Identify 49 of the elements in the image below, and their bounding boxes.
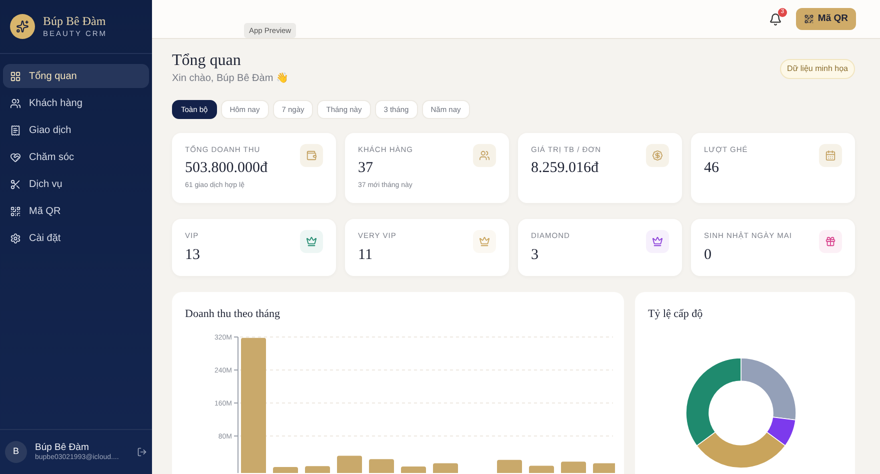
dollar-icon	[646, 144, 669, 167]
qr-button[interactable]: Mã QR	[796, 8, 856, 30]
nav-item[interactable]: Tổng quan	[3, 64, 149, 88]
logout-icon[interactable]	[137, 447, 147, 457]
wallet-icon	[300, 144, 323, 167]
tier-value: 0	[704, 246, 712, 265]
nav-item[interactable]: Cài đặt	[3, 226, 149, 250]
chart-bar	[497, 459, 522, 472]
nav-item[interactable]: Chăm sóc	[3, 145, 149, 169]
chart-bar	[561, 461, 586, 472]
stat-value: 8.259.016đ	[531, 159, 600, 178]
chart-bar	[305, 466, 330, 472]
page-title: Tổng quan	[172, 51, 242, 71]
settings-icon	[10, 232, 21, 244]
stat-value: 46	[704, 159, 720, 178]
user-name: Búp Bê Đàm	[35, 442, 90, 454]
chart-bar	[401, 466, 426, 472]
chart-bar	[273, 466, 298, 472]
receipt-icon	[10, 124, 21, 136]
qr-code-icon	[10, 206, 21, 216]
stat-value: 503.800.000đ	[185, 159, 268, 178]
users-icon	[473, 144, 496, 167]
chart-title: Tỷ lệ cấp độ	[648, 307, 704, 322]
chart-bar	[337, 455, 362, 472]
stat-value: 37	[358, 159, 374, 178]
heart-hand-icon	[10, 152, 21, 162]
greeting-text: Xin chào, Búp Bê Đàm 👋	[172, 72, 288, 86]
tier-value: 3	[531, 246, 540, 265]
tier-value: 13	[185, 246, 200, 265]
nav-item[interactable]: Dịch vụ	[3, 172, 149, 196]
users-icon	[10, 98, 21, 108]
calendar-icon	[819, 144, 842, 167]
chart-title: Doanh thu theo tháng	[185, 307, 282, 322]
chart-bar	[529, 465, 554, 472]
brand-name: Búp Bê Đàm	[43, 14, 107, 30]
nav-item[interactable]: Mã QR	[3, 199, 149, 223]
nav-item[interactable]: Khách hàng	[3, 91, 149, 115]
scissors-icon	[10, 178, 21, 190]
bell-icon	[768, 12, 782, 26]
avatar: B	[5, 441, 27, 463]
logo-icon	[10, 14, 35, 39]
tier-value: 11	[358, 246, 374, 265]
qr-code-icon	[804, 14, 814, 24]
chart-bar	[433, 462, 458, 472]
nav-item[interactable]: Giao dịch	[3, 118, 149, 142]
chart-bar	[593, 462, 615, 472]
demo-data-badge: Dữ liệu minh họa	[780, 59, 855, 79]
chart-bar	[369, 458, 394, 472]
grid-icon	[10, 70, 21, 82]
